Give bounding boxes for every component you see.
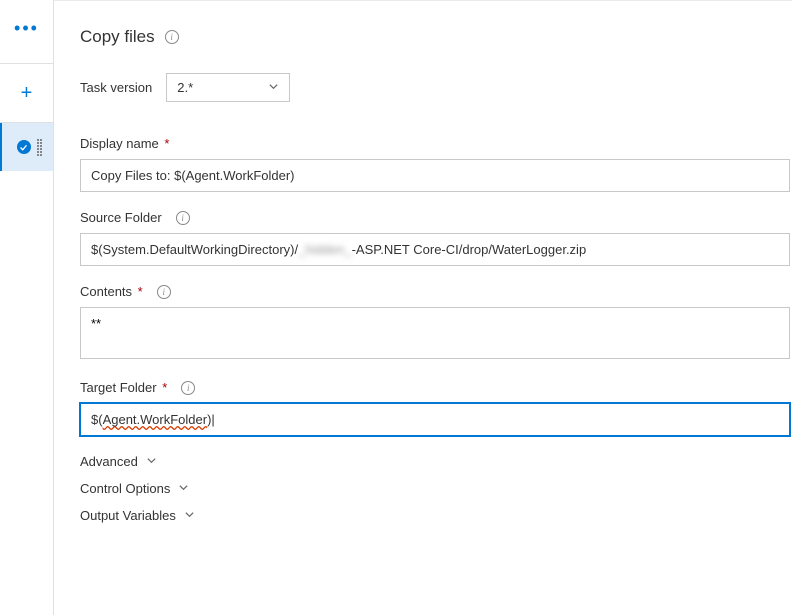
page-title: Copy files (80, 27, 155, 47)
required-mark: * (134, 284, 143, 299)
required-mark: * (161, 136, 170, 151)
source-folder-value-prefix: $(System.DefaultWorkingDirectory)/ (91, 242, 298, 257)
section-control-options[interactable]: Control Options (80, 481, 788, 496)
field-contents: Contents * i (80, 284, 788, 362)
info-icon[interactable]: i (176, 211, 190, 225)
chevron-down-icon (184, 508, 195, 523)
target-folder-input[interactable]: $(Agent.WorkFolder)| (80, 403, 790, 436)
section-output-variables[interactable]: Output Variables (80, 508, 788, 523)
display-name-input[interactable] (80, 159, 790, 192)
sidebar-add-wrap: + (0, 63, 53, 123)
task-version-select[interactable]: 2.* (166, 73, 290, 102)
display-name-label: Display name (80, 136, 159, 151)
source-folder-label: Source Folder (80, 210, 162, 225)
task-item-copy-files[interactable] (0, 123, 53, 171)
source-folder-label-row: Source Folder i (80, 210, 788, 225)
target-folder-label-row: Target Folder * i (80, 380, 788, 395)
chevron-down-icon (146, 454, 157, 469)
chevron-down-icon (178, 481, 189, 496)
section-control-options-label: Control Options (80, 481, 170, 496)
more-actions-icon[interactable]: ••• (14, 18, 39, 39)
source-folder-value-suffix: -ASP.NET Core-CI/drop/WaterLogger.zip (352, 242, 587, 257)
display-name-label-row: Display name * (80, 136, 788, 151)
contents-label-row: Contents * i (80, 284, 788, 299)
section-output-variables-label: Output Variables (80, 508, 176, 523)
required-mark: * (159, 380, 168, 395)
add-task-button[interactable]: + (21, 82, 33, 105)
task-version-label: Task version (80, 80, 152, 95)
sidebar: ••• + (0, 0, 54, 615)
task-version-value: 2.* (177, 80, 193, 95)
contents-label: Contents (80, 284, 132, 299)
info-icon[interactable]: i (157, 285, 171, 299)
section-advanced[interactable]: Advanced (80, 454, 788, 469)
info-icon[interactable]: i (165, 30, 179, 44)
field-source-folder: Source Folder i $(System.DefaultWorkingD… (80, 210, 788, 266)
source-folder-input[interactable]: $(System.DefaultWorkingDirectory)/_hidde… (80, 233, 790, 266)
check-circle-icon (17, 140, 31, 154)
target-folder-label: Target Folder (80, 380, 157, 395)
info-icon[interactable]: i (181, 381, 195, 395)
title-row: Copy files i (80, 27, 788, 47)
target-folder-underline: Agent.WorkFolder (103, 412, 208, 427)
drag-handle-icon[interactable] (37, 139, 39, 156)
field-display-name: Display name * (80, 136, 788, 192)
chevron-down-icon (268, 80, 279, 95)
task-version-row: Task version 2.* (80, 73, 788, 102)
source-folder-value-hidden: _hidden_ (298, 242, 352, 257)
field-target-folder: Target Folder * i $(Agent.WorkFolder)| (80, 380, 788, 436)
section-advanced-label: Advanced (80, 454, 138, 469)
contents-textarea[interactable] (80, 307, 790, 359)
main-panel: Copy files i Task version 2.* Display na… (54, 0, 792, 615)
